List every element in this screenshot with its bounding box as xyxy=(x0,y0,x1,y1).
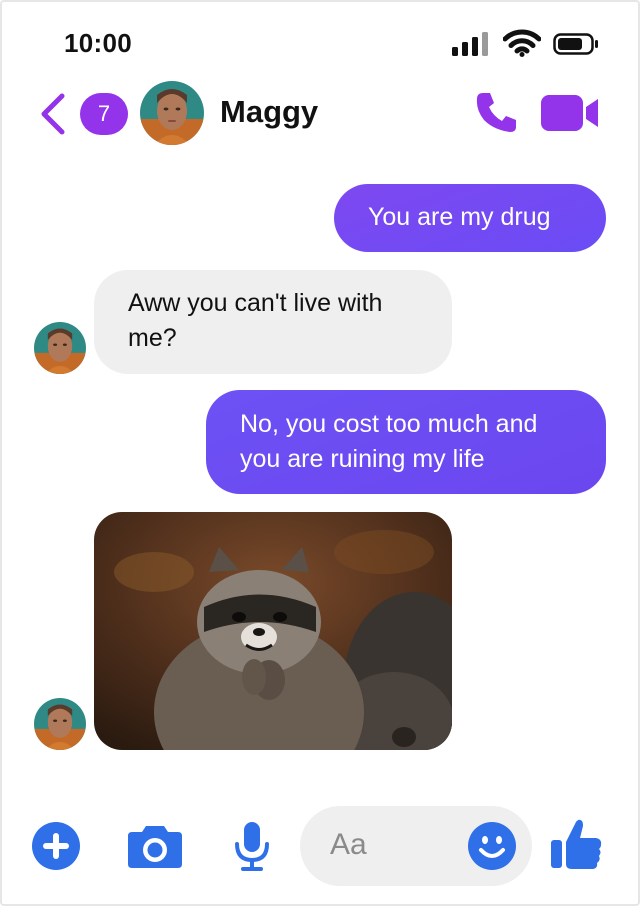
incoming-message[interactable]: Aww you can't live with me? xyxy=(94,270,452,374)
phone-icon[interactable] xyxy=(474,90,520,136)
sender-avatar xyxy=(34,322,86,374)
camera-icon[interactable] xyxy=(126,824,184,870)
battery-icon xyxy=(553,33,598,55)
unread-count-badge[interactable]: 7 xyxy=(80,93,128,135)
outgoing-message[interactable]: No, you cost too much and you are ruinin… xyxy=(206,390,606,494)
smiley-icon[interactable] xyxy=(468,822,516,870)
microphone-icon[interactable] xyxy=(232,820,272,872)
plus-circle-icon[interactable] xyxy=(32,822,80,870)
message-input[interactable]: Aa xyxy=(300,806,532,886)
outgoing-message[interactable]: You are my drug xyxy=(334,184,606,252)
wifi-icon xyxy=(503,29,541,57)
sender-avatar xyxy=(34,698,86,750)
back-chevron-icon[interactable] xyxy=(38,92,68,136)
thumbs-up-icon[interactable] xyxy=(548,816,604,872)
status-time: 10:00 xyxy=(64,28,132,58)
video-camera-icon[interactable] xyxy=(540,93,600,133)
image-message-raccoon[interactable] xyxy=(94,512,452,750)
contact-avatar[interactable] xyxy=(140,81,204,145)
contact-name[interactable]: Maggy xyxy=(220,94,318,130)
message-input-placeholder[interactable]: Aa xyxy=(330,828,367,862)
cellular-signal-icon xyxy=(452,32,488,56)
